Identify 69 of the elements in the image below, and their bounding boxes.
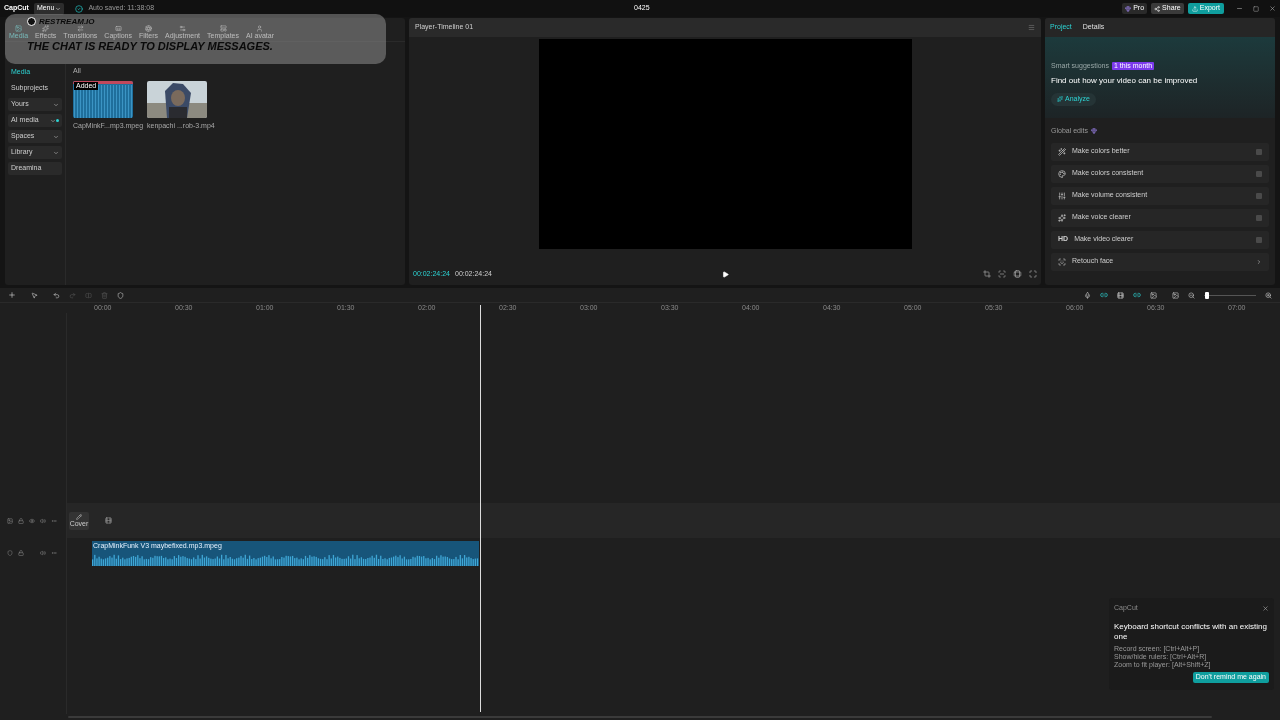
undo-icon[interactable] [53, 291, 60, 299]
share-icon [1154, 5, 1161, 12]
gem-icon [1090, 128, 1097, 135]
shield-icon[interactable] [117, 291, 124, 299]
pencil-icon [76, 513, 82, 520]
notice-title: Keyboard shortcut conflicts with an existing one [1114, 621, 1268, 642]
add-icon[interactable] [8, 291, 16, 299]
maximize-icon[interactable] [1253, 5, 1259, 12]
chevron-right-icon [1256, 258, 1262, 265]
sparkle-icon [1057, 96, 1063, 102]
lock-icon[interactable] [18, 517, 24, 524]
cover-toggle-icon[interactable] [7, 517, 13, 524]
audio-track-icon[interactable] [7, 550, 13, 556]
play-icon[interactable] [721, 270, 729, 278]
more-icon[interactable] [51, 550, 57, 556]
caret-new-icon [50, 117, 59, 124]
visibility-icon[interactable] [29, 517, 35, 524]
film-icon[interactable] [1117, 291, 1124, 299]
edit-icon [1058, 213, 1066, 222]
toggle-indicator [1256, 214, 1262, 221]
caret-icon [55, 5, 62, 12]
edit-icon [1058, 191, 1066, 200]
more-icon[interactable] [51, 517, 57, 524]
minimize-icon[interactable] [1236, 5, 1243, 12]
caret-icon [53, 149, 59, 156]
toggle-indicator [1256, 236, 1262, 243]
volume-icon[interactable] [40, 550, 46, 556]
ratio-icon[interactable] [1013, 270, 1022, 278]
gem-icon [1125, 5, 1132, 12]
tab-icon [145, 25, 152, 32]
edit-icon [1058, 147, 1066, 156]
microphone-icon[interactable] [1084, 291, 1091, 299]
audio-thumbnail-drawing[interactable] [73, 80, 133, 118]
toggle-indicator [1256, 170, 1262, 177]
suggestion-heading: Find out how your video can be improved [1051, 74, 1199, 87]
lock-icon[interactable] [18, 550, 24, 556]
edit-icon [1058, 169, 1066, 178]
fullscreen-icon[interactable] [1029, 270, 1037, 278]
upload-icon [1191, 5, 1198, 12]
link-icon[interactable] [1133, 291, 1141, 299]
zoom-slider-thumb[interactable] [1204, 291, 1209, 299]
saved-check-icon [75, 4, 84, 13]
tab-icon [256, 25, 264, 32]
zoom-out-icon[interactable] [1188, 291, 1195, 299]
toggle-indicator [1256, 148, 1262, 155]
tab-icon [114, 25, 122, 32]
preview-icon[interactable] [1150, 291, 1157, 299]
caret-icon [53, 101, 59, 108]
toggle-indicator [1256, 192, 1262, 199]
edit-icon [1058, 257, 1066, 266]
overlay-brand: RESTREAM.IO [39, 17, 95, 26]
caret-icon [53, 133, 59, 140]
close-icon[interactable] [1262, 604, 1269, 612]
volume-icon[interactable] [40, 517, 46, 524]
tab-icon [76, 25, 84, 32]
close-icon[interactable] [1269, 5, 1276, 12]
pointer-icon[interactable] [31, 291, 38, 299]
scan-icon[interactable] [998, 270, 1006, 278]
tab-icon [219, 25, 227, 32]
link-icon[interactable] [1100, 291, 1108, 299]
screen-icon[interactable] [1172, 291, 1179, 299]
crop-icon[interactable] [983, 270, 991, 278]
tab-icon [15, 25, 23, 32]
tab-icon [42, 25, 50, 32]
tab-icon [179, 25, 187, 32]
menu-icon[interactable] [1028, 24, 1035, 31]
overlay-message: THE CHAT IS READY TO DISPLAY MESSAGES. [27, 40, 274, 53]
zoom-in-icon[interactable] [1265, 291, 1272, 299]
film-icon[interactable] [105, 517, 112, 524]
